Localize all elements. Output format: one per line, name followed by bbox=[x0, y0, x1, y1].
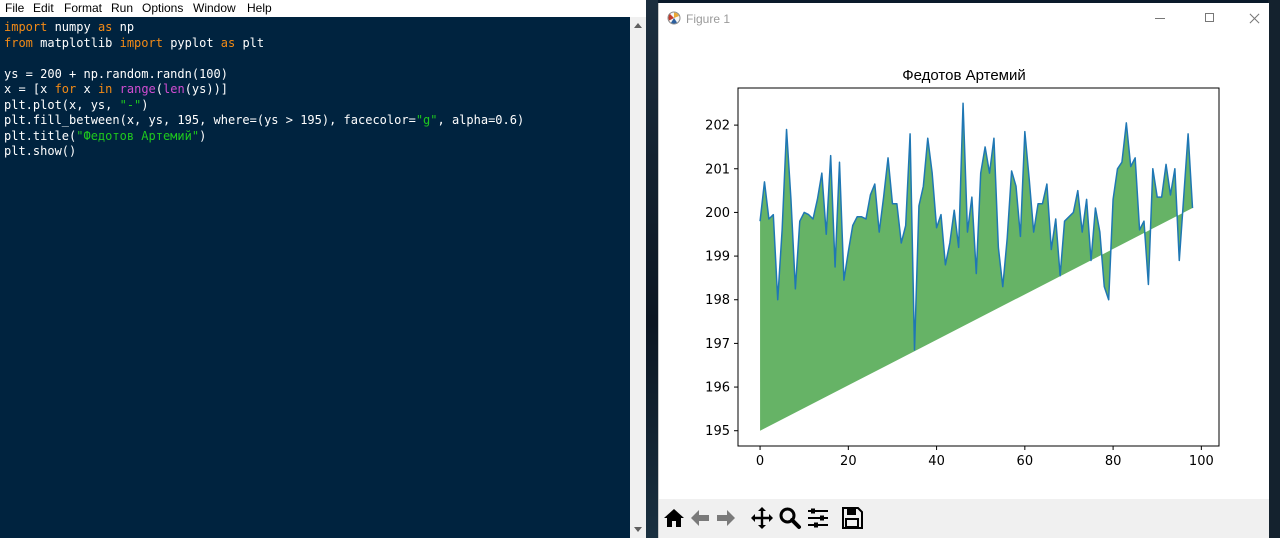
code-token: plt.show() bbox=[4, 144, 77, 158]
code-token: matplotlib bbox=[32, 35, 120, 50]
editor-window: File Edit Format Run Options Window Help… bbox=[0, 0, 646, 538]
figure-window: Figure 1 Федотов Артемий 0 20 40 60 80 100 195… bbox=[658, 3, 1269, 538]
y-tick-label: 200 bbox=[705, 206, 730, 221]
menu-run[interactable]: Run bbox=[111, 1, 133, 15]
code-token: pyplot bbox=[162, 35, 221, 50]
home-icon[interactable] bbox=[662, 506, 686, 530]
x-tick-label: 60 bbox=[1017, 454, 1034, 469]
code-token: in bbox=[97, 82, 113, 96]
maximize-icon bbox=[1205, 13, 1214, 22]
code-token: , alpha=0.6) bbox=[437, 113, 525, 127]
code-line[interactable]: plt.title("Федотов Артемий") bbox=[4, 129, 524, 145]
code-token: len bbox=[163, 82, 185, 96]
code-token: import bbox=[119, 35, 163, 50]
code-token: ) bbox=[199, 128, 207, 143]
code-token: (ys))] bbox=[184, 82, 229, 96]
y-tick-label: 196 bbox=[705, 381, 730, 396]
code-line[interactable]: plt.fill_between(x, ys, 195, where=(ys >… bbox=[4, 113, 524, 129]
menu-format[interactable]: Format bbox=[64, 1, 102, 15]
navigation-toolbar bbox=[659, 499, 1269, 538]
maximize-button[interactable] bbox=[1187, 3, 1233, 33]
x-tick-label: 100 bbox=[1189, 454, 1214, 469]
pan-icon[interactable] bbox=[750, 506, 774, 530]
y-tick-label: 199 bbox=[705, 250, 730, 265]
close-button[interactable] bbox=[1231, 3, 1277, 33]
forward-arrow-icon[interactable] bbox=[714, 506, 738, 530]
x-tick-label: 0 bbox=[756, 454, 764, 469]
back-arrow-icon[interactable] bbox=[688, 506, 712, 530]
x-tick-label: 80 bbox=[1105, 454, 1122, 469]
code-token: import bbox=[4, 20, 48, 34]
code-token: as bbox=[97, 20, 113, 34]
desktop-background bbox=[646, 0, 658, 538]
minimize-icon bbox=[1155, 18, 1165, 19]
code-token: numpy bbox=[47, 20, 98, 34]
code-token: "g" bbox=[415, 113, 438, 127]
code-line[interactable]: x = [x for x in range(len(ys))] bbox=[4, 82, 524, 98]
y-tick-label: 197 bbox=[705, 337, 730, 352]
plot-area[interactable]: 0 20 40 60 80 100 195 196 197 198 199 200 201 202 bbox=[659, 33, 1269, 499]
code-token: x bbox=[76, 82, 98, 96]
code-line[interactable]: ys = 200 + np.random.randn(100) bbox=[4, 67, 524, 83]
x-tick-label: 20 bbox=[840, 454, 857, 469]
code-token: ( bbox=[155, 82, 163, 96]
code-token: "-" bbox=[119, 97, 142, 112]
configure-subplots-icon[interactable] bbox=[806, 506, 830, 530]
code-line[interactable]: from matplotlib import pyplot as plt bbox=[4, 36, 524, 52]
code-token: range bbox=[119, 82, 156, 96]
code-token: plt.fill_between(x, ys, 195, where=(ys >… bbox=[4, 113, 416, 127]
y-tick-label: 195 bbox=[705, 424, 730, 439]
code-token: for bbox=[54, 82, 77, 96]
y-tick-label: 201 bbox=[705, 162, 730, 177]
code-token: from bbox=[4, 35, 33, 50]
x-tick-label: 40 bbox=[928, 454, 945, 469]
minimize-button[interactable] bbox=[1137, 3, 1183, 33]
code-token: as bbox=[220, 35, 236, 50]
scroll-up-icon[interactable] bbox=[634, 23, 642, 28]
matplotlib-icon bbox=[667, 11, 681, 25]
zoom-icon[interactable] bbox=[778, 506, 802, 530]
vertical-scrollbar[interactable] bbox=[630, 17, 646, 538]
menu-edit[interactable]: Edit bbox=[33, 1, 54, 15]
code-text[interactable]: import numpy as np from matplotlib import… bbox=[4, 20, 524, 160]
desktop-background-right bbox=[1268, 0, 1280, 538]
code-token: plt bbox=[235, 35, 265, 50]
code-line[interactable]: plt.show() bbox=[4, 144, 524, 160]
code-token: ys = 200 + np.random.randn(100) bbox=[4, 66, 228, 81]
window-title: Figure 1 bbox=[686, 12, 731, 26]
code-editor[interactable]: import numpy as np from matplotlib import… bbox=[0, 17, 630, 538]
menu-bar: File Edit Format Run Options Window Help bbox=[0, 0, 646, 17]
figure-canvas[interactable]: Федотов Артемий 0 20 40 60 80 100 195 196 197 198… bbox=[659, 33, 1269, 499]
code-token: x = [x bbox=[4, 82, 55, 96]
code-token: plt.plot(x, ys, bbox=[4, 97, 120, 112]
menu-file[interactable]: File bbox=[5, 1, 24, 15]
menu-help[interactable]: Help bbox=[247, 1, 272, 15]
menu-options[interactable]: Options bbox=[142, 1, 183, 15]
code-line[interactable]: plt.plot(x, ys, "-") bbox=[4, 98, 524, 114]
y-tick-label: 198 bbox=[705, 293, 730, 308]
code-token: ) bbox=[141, 97, 149, 112]
y-tick-label: 202 bbox=[705, 119, 730, 134]
code-token: np bbox=[112, 20, 135, 34]
code-token: "Федотов Артемий" bbox=[76, 128, 200, 143]
code-token: plt.title( bbox=[4, 128, 77, 143]
code-line[interactable]: import numpy as np bbox=[4, 20, 524, 36]
code-line[interactable] bbox=[4, 51, 524, 67]
title-bar[interactable]: Figure 1 bbox=[659, 3, 1269, 33]
save-icon[interactable] bbox=[840, 506, 864, 530]
scroll-down-icon[interactable] bbox=[634, 527, 642, 532]
menu-window[interactable]: Window bbox=[193, 1, 236, 15]
